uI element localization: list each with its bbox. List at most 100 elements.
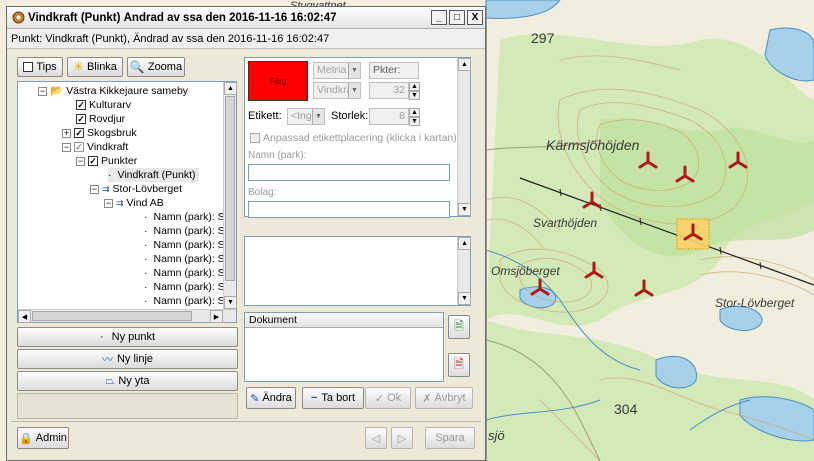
tree-node-namn[interactable]: · Namn (park): S [144,266,225,280]
checkbox-icon[interactable] [250,133,260,143]
remove-document-button[interactable]: 🗎 [448,353,470,377]
symbol-dropdown[interactable]: Metria k ▼ [313,62,361,79]
tips-check-box[interactable] [23,62,34,72]
tree-vscrollbar[interactable]: ▲ ▼ [223,82,237,309]
close-button[interactable]: X [467,10,483,25]
anpassad-checkbox[interactable]: Anpassad etikettplacering (klicka i kart… [250,132,457,144]
storlek-field[interactable]: 8 [369,108,409,125]
cancel-button[interactable]: ✗ Avbryt [415,387,473,409]
tree-node-skogsbruk[interactable]: + ✓ Skogsbruk [62,126,137,140]
tree-node-vindkraft-punkt[interactable]: · Vindkraft (Punkt) [108,168,199,182]
documents-list[interactable]: Dokument [244,312,444,382]
etikett-label: Etikett: [248,110,282,122]
prev-button[interactable]: ◁ [365,427,387,449]
cancel-label: Avbryt [434,392,466,404]
tree-node-vind-ab[interactable]: − ⇉ Vind AB [104,196,164,210]
properties-panel: Färg Metria k ▼ Vindkra ▼ Pkter: 32 ▲ ▼ … [244,57,471,218]
tree-node-vindkraft[interactable]: − ✓ Vindkraft [62,140,128,154]
point-icon: · [99,331,104,343]
add-document-button[interactable]: 🗎 [448,315,470,339]
namn-field[interactable] [248,164,450,181]
admin-button[interactable]: 🔒 Admin [17,427,69,449]
spin-down-icon[interactable]: ▼ [409,117,420,126]
new-point-button[interactable]: · Ny punkt [17,327,238,347]
scroll-down-icon[interactable]: ▼ [458,292,471,305]
bolag-field[interactable] [248,201,450,218]
tree-node-namn[interactable]: · Namn (park): S [144,252,225,266]
scroll-down-icon[interactable]: ▼ [458,203,471,216]
zooma-label: Zooma [147,61,183,73]
tree-node-punkter[interactable]: − ✓ Punkter [76,154,137,168]
chevron-down-icon[interactable]: ▼ [312,109,324,124]
checked-icon[interactable]: ✓ [76,114,86,124]
tree-node-namn[interactable]: · Namn (park): S [144,280,225,294]
tree-label: Namn (park): S [153,295,225,307]
props-vscrollbar[interactable]: ▲ ▼ [457,58,471,216]
checked-icon[interactable]: ✓ [74,128,84,138]
tree-node-namn[interactable]: · Namn (park): S [144,238,225,252]
scroll-thumb[interactable] [225,96,235,281]
scroll-left-icon[interactable]: ◀ [18,310,31,323]
checked-icon[interactable]: ✓ [76,100,86,110]
delete-button[interactable]: − Ta bort [302,387,364,409]
color-swatch[interactable]: Färg [248,61,308,101]
chevron-down-icon[interactable]: ▼ [348,63,360,78]
sort-icon: ⇉ [116,198,124,208]
hscroll-thumb[interactable] [32,311,192,321]
chevron-down-icon[interactable]: ▼ [348,83,360,98]
tree-label: Namn (park): S [153,267,225,279]
zooma-button[interactable]: 🔍 Zooma [127,57,185,77]
blinka-button[interactable]: ✳ Blinka [67,57,123,77]
save-button[interactable]: Spara [425,427,475,449]
tree-node-rovdjur[interactable]: ✓ Rovdjur [76,112,125,126]
arrow-right-icon: ▷ [397,432,407,445]
pkter-field[interactable]: 32 [369,82,409,99]
info-list[interactable]: ▲ ▼ [244,236,471,306]
tree-node-sameby[interactable]: − 📂 Västra Kikkejaure sameby [38,84,188,98]
scroll-up-icon[interactable]: ▲ [458,237,471,250]
tree-node-namn[interactable]: · Namn (park): S [144,294,225,308]
scroll-up-icon[interactable]: ▲ [458,58,471,71]
edit-button[interactable]: ✎ Ändra [246,387,296,409]
expand-icon[interactable]: + [62,128,71,138]
new-area-button[interactable]: ⏢ Ny yta [17,371,238,391]
scroll-up-icon[interactable]: ▲ [224,82,237,95]
collapse-icon[interactable]: − [62,142,71,152]
tree-node-stor-lovberget[interactable]: − ⇉ Stor-Lövberget [90,182,182,196]
checked-icon[interactable]: ✓ [88,156,98,166]
collapse-icon[interactable]: − [38,86,47,96]
list-vscrollbar[interactable]: ▲ ▼ [457,237,471,305]
collapse-icon[interactable]: − [76,156,85,166]
tree-label: Kulturarv [89,99,132,111]
tree-label: Vindkraft [87,141,129,153]
maximize-button[interactable]: □ [449,10,465,25]
anpassad-label: Anpassad etikettplacering (klicka i kart… [263,132,457,144]
tree-label: Rovdjur [89,113,126,125]
scroll-right-icon[interactable]: ▶ [210,310,223,323]
ok-button[interactable]: ✓ Ok [365,387,411,409]
tips-checkbox[interactable]: Tips [17,57,63,77]
tree-node-kulturarv[interactable]: ✓ Kulturarv [76,98,131,112]
arrow-left-icon: ◁ [371,432,381,445]
spin-down-icon[interactable]: ▼ [409,91,420,100]
point-icon: · [144,281,148,293]
partial-check-icon[interactable]: ✓ [74,142,84,152]
title-bar[interactable]: Vindkraft (Punkt) Ändrad av ssa den 2016… [7,7,485,29]
map-label-304: 304 [614,401,638,417]
tree-node-namn[interactable]: · Namn (park): S [144,224,225,238]
symbol-type-dropdown[interactable]: Vindkra ▼ [313,82,361,99]
map-label-omsjoberget: Omsjöberget [491,264,560,278]
minimize-button[interactable]: _ [431,10,447,25]
tree-node-namn[interactable]: · Namn (park): S [144,210,225,224]
etikett-dropdown[interactable]: <Ing ▼ [287,108,325,125]
spin-up-icon[interactable]: ▲ [409,82,420,91]
scroll-down-icon[interactable]: ▼ [224,296,237,309]
edit-window: Vindkraft (Punkt) Ändrad av ssa den 2016… [6,6,486,461]
collapse-icon[interactable]: − [104,198,113,208]
tree-hscrollbar[interactable]: ◀ ▶ [18,309,236,323]
spin-up-icon[interactable]: ▲ [409,108,420,117]
next-button[interactable]: ▷ [391,427,413,449]
new-line-button[interactable]: 〰 Ny linje [17,349,238,369]
collapse-icon[interactable]: − [90,184,99,194]
tips-label: Tips [36,61,57,73]
